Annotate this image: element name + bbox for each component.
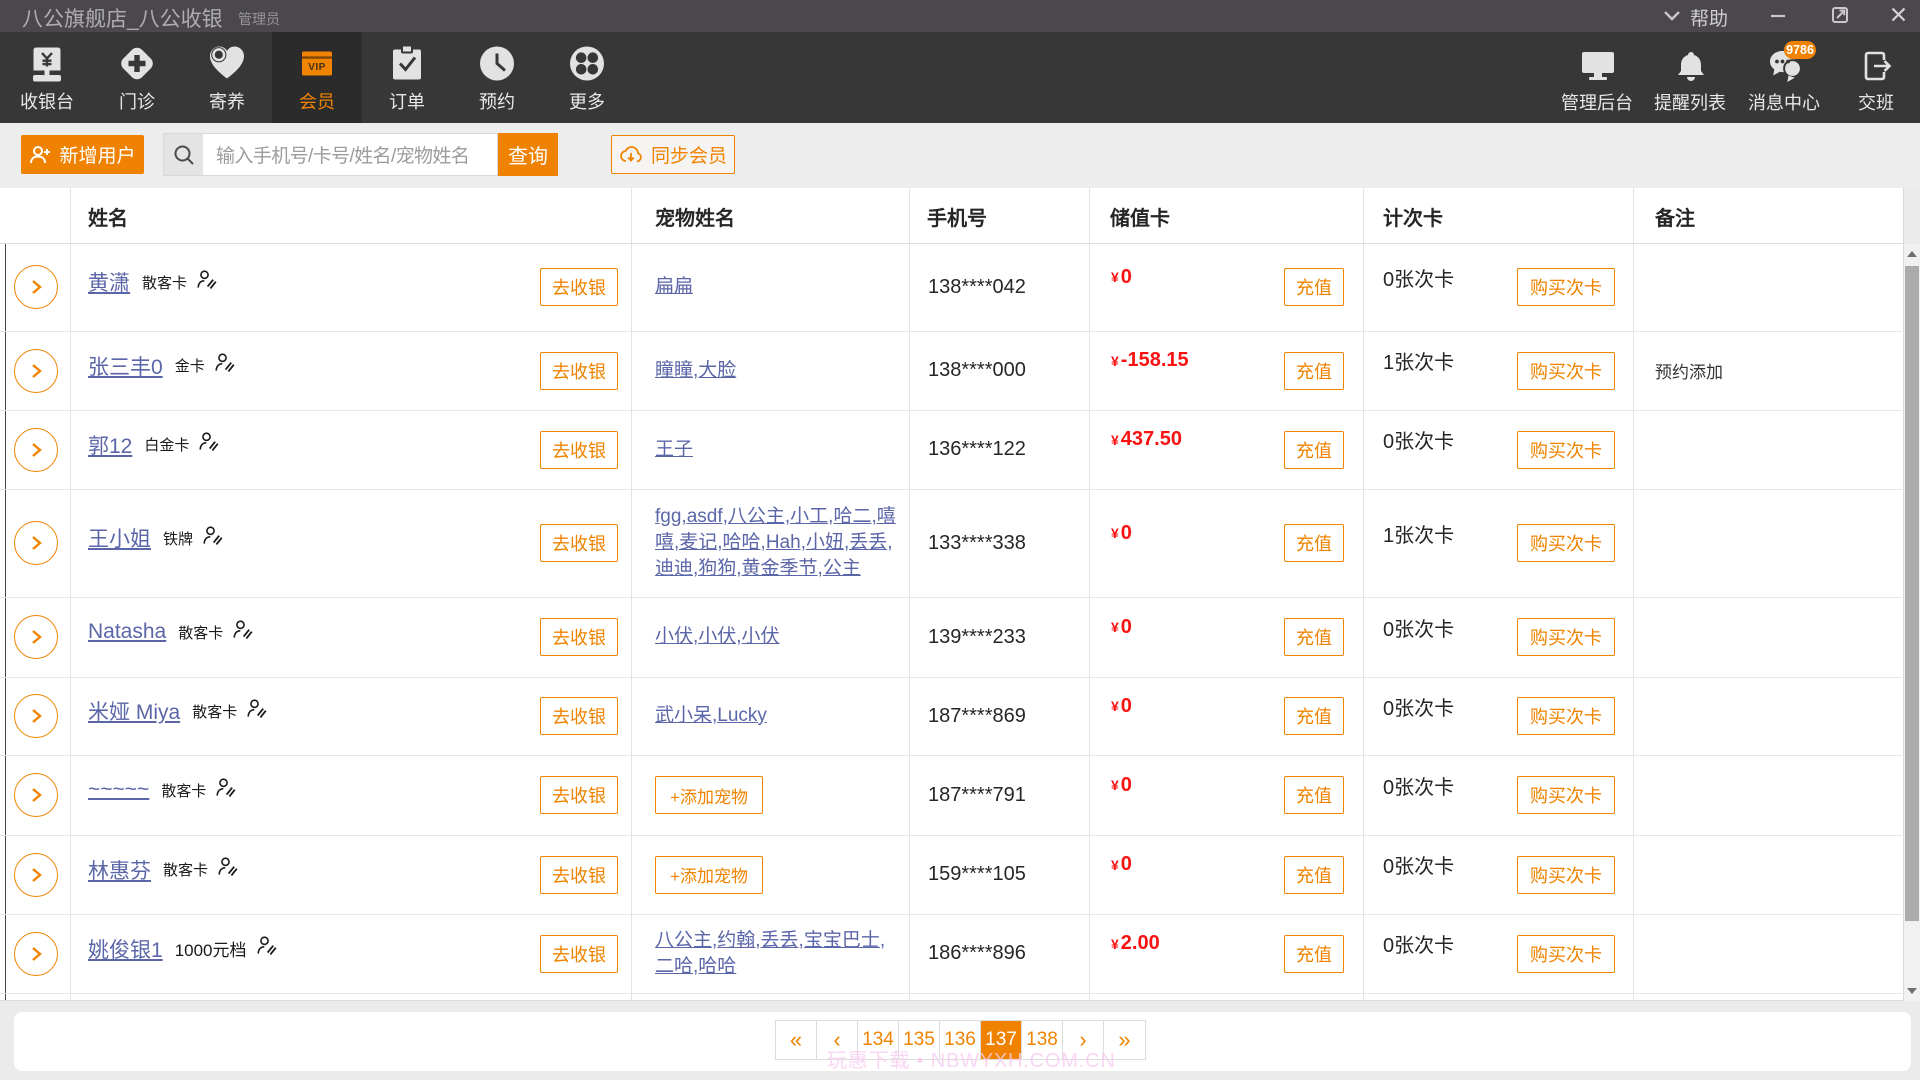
svg-text:VIP: VIP <box>308 62 326 73</box>
